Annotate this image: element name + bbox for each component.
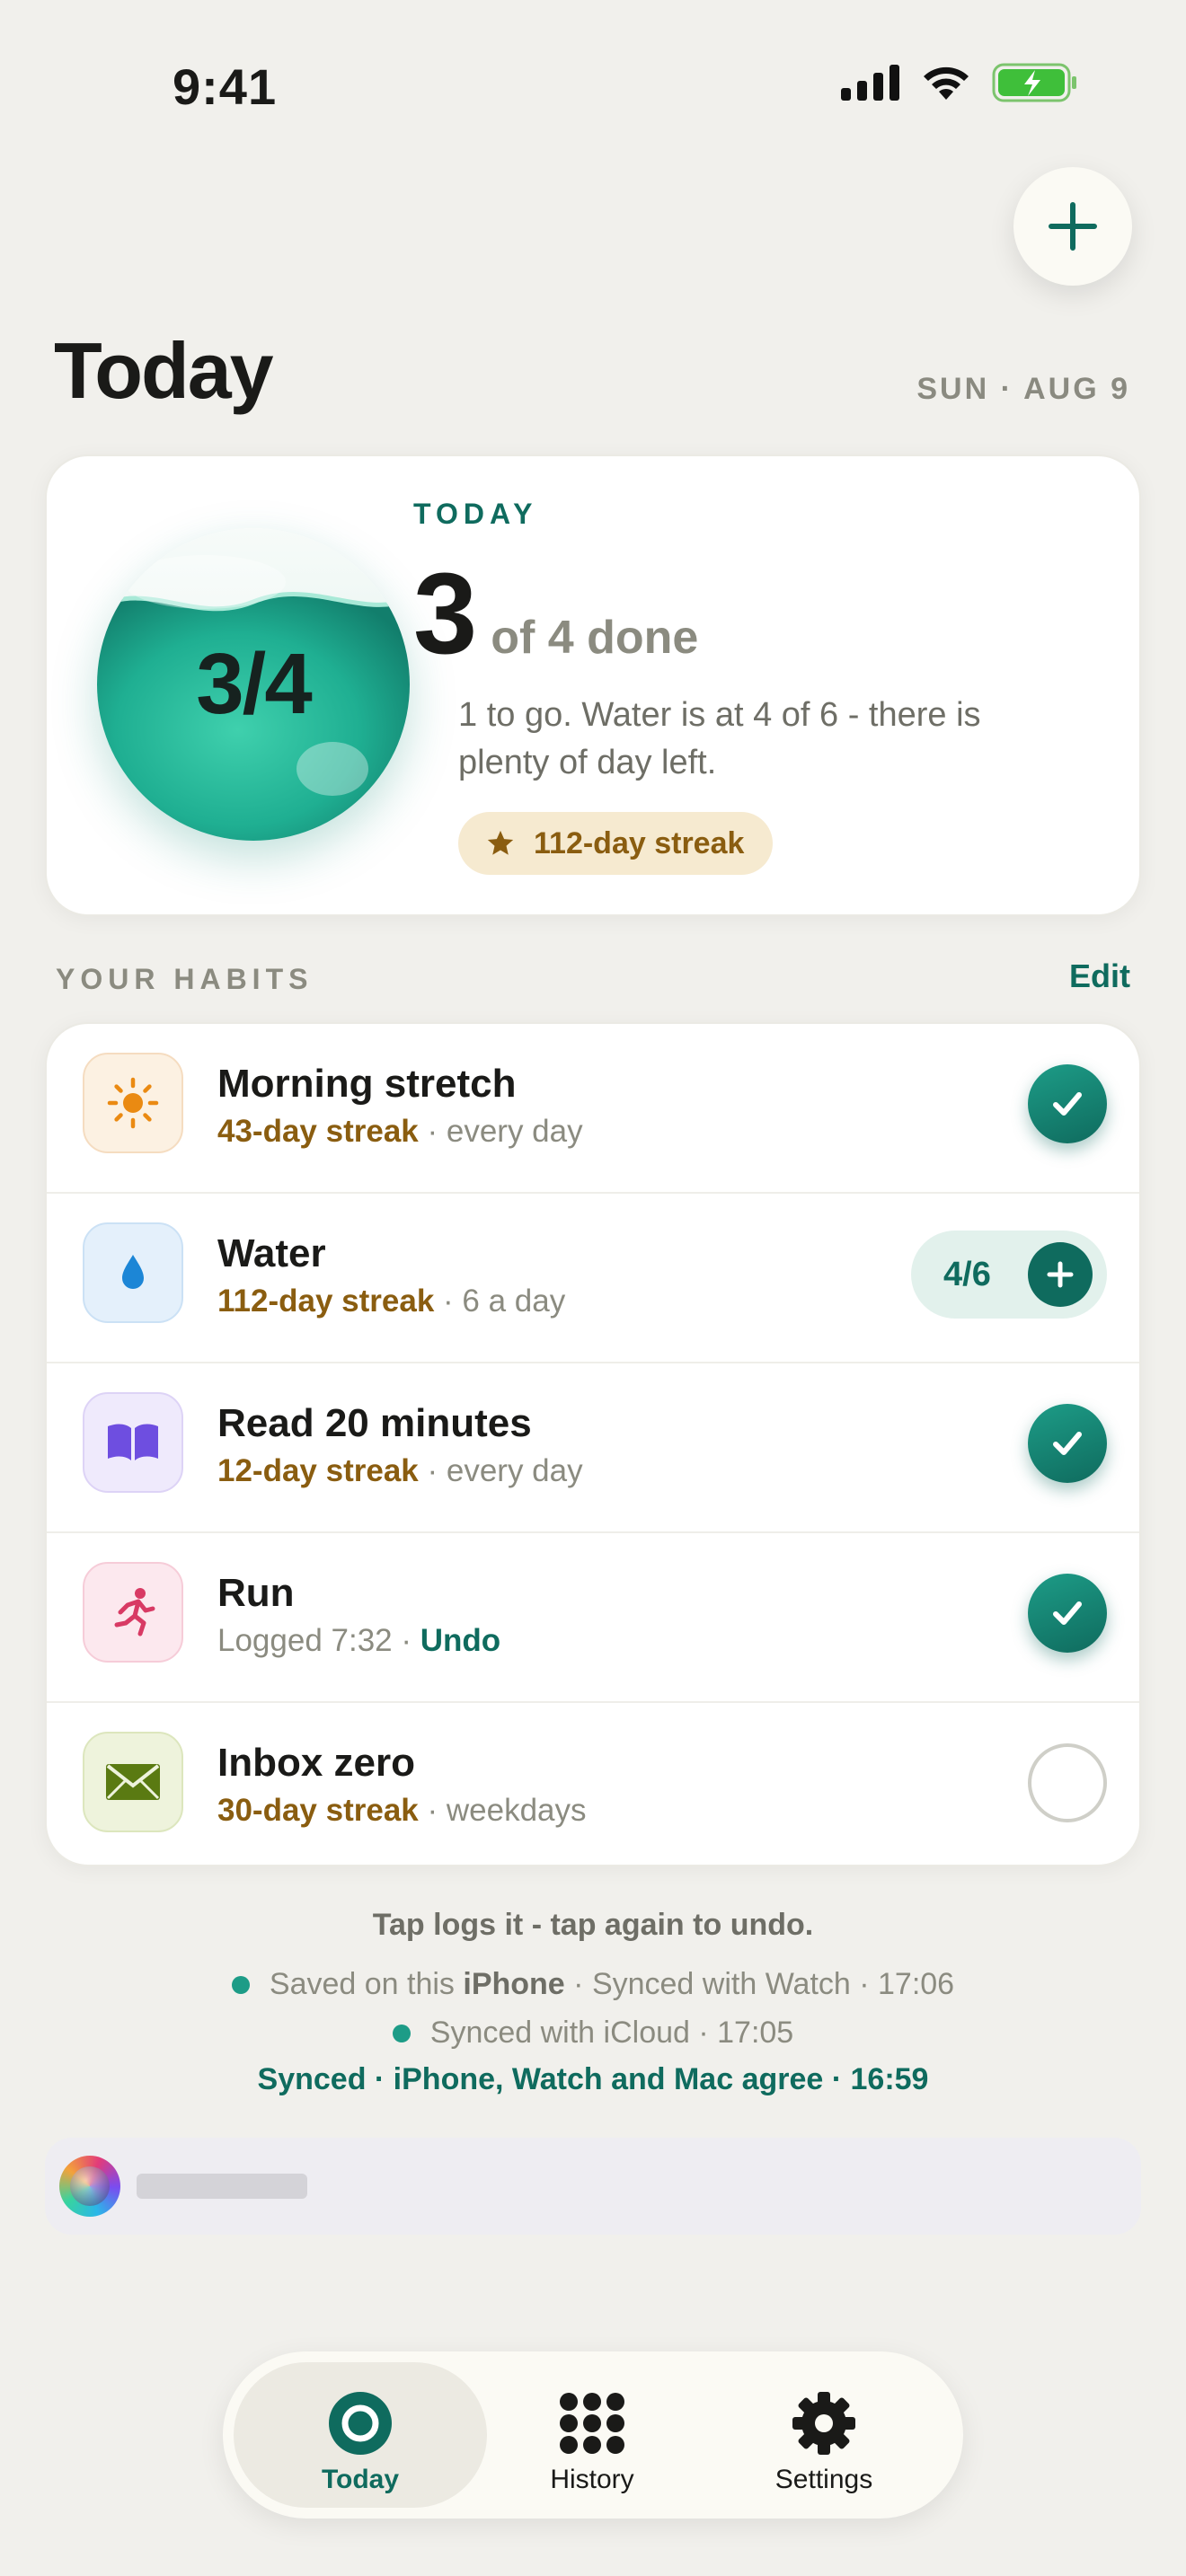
overall-streak-badge: 112-day streak (458, 812, 774, 875)
habit-done-toggle[interactable] (1028, 1574, 1107, 1653)
book-icon (108, 1424, 158, 1460)
checkmark-icon (1053, 1432, 1082, 1455)
habit-row-morning-stretch[interactable]: Morning stretch 43-day streak · every da… (47, 1024, 1139, 1194)
habit-meta: 30-day streak · weekdays (217, 1793, 587, 1829)
undo-run-button[interactable]: Undo (420, 1623, 500, 1658)
habit-row-read[interactable]: Read 20 minutes 12-day streak · every da… (47, 1363, 1139, 1533)
habit-meta: 12-day streak · every day (217, 1453, 583, 1489)
habit-schedule: · every day (418, 1114, 583, 1149)
siri-icon[interactable] (59, 2156, 120, 2217)
star-icon (487, 830, 514, 855)
habit-row-water[interactable]: Water 112-day streak · 6 a day 4/6 (47, 1194, 1139, 1363)
habit-name: Read 20 minutes (217, 1401, 532, 1445)
sync-status-icloud: Synced with iCloud · 17:05 (0, 2016, 1186, 2051)
habit-icon-tile (83, 1222, 183, 1323)
overall-streak-text: 112-day streak (534, 825, 745, 860)
habit-logged-time: Logged 7:32 · (217, 1623, 420, 1658)
plus-icon (1047, 1261, 1074, 1288)
sync-dot-icon (392, 2024, 411, 2042)
siri-bar[interactable] (45, 2138, 1141, 2235)
summary-kicker: TODAY (413, 498, 538, 530)
page-date: SUN · AUG 9 (916, 372, 1130, 406)
tab-label: Today (321, 2465, 400, 2494)
sun-icon (107, 1077, 159, 1129)
sync-summary: Synced · iPhone, Watch and Mac agree · 1… (257, 2062, 929, 2096)
sync-suffix: · Synced with Watch · 17:06 (573, 1967, 955, 2001)
habit-meta: 112-day streak · 6 a day (217, 1284, 565, 1319)
habit-name: Morning stretch (217, 1062, 517, 1106)
habits-section-label: YOUR HABITS (56, 963, 314, 995)
status-icons (841, 63, 1078, 102)
runner-icon (114, 1588, 155, 1636)
tab-label: History (550, 2465, 634, 2494)
tap-hint: Tap logs it - tap again to undo. (372, 1908, 814, 1942)
envelope-icon (106, 1764, 160, 1800)
checkmark-icon (1053, 1092, 1082, 1116)
grid-dots-icon (560, 2393, 624, 2454)
summary-count: 3 of 4 done (413, 548, 698, 680)
summary-note: 1 to go. Water is at 4 of 6 - there is p… (458, 696, 981, 781)
sync-prefix: Saved on this (269, 1967, 455, 2001)
gear-icon (792, 2392, 855, 2455)
orb-progress-label: 3/4 (196, 636, 312, 732)
water-counter-value: 4/6 (943, 1256, 991, 1293)
habit-schedule: · every day (418, 1453, 583, 1488)
battery-charging-icon (992, 63, 1076, 102)
sync-dot-icon (231, 1975, 250, 1994)
habit-streak: 43-day streak (217, 1114, 419, 1149)
water-counter: 4/6 (911, 1231, 1107, 1319)
ring-icon (329, 2392, 392, 2455)
siri-placeholder (137, 2174, 307, 2199)
habit-name: Inbox zero (217, 1741, 416, 1785)
wifi-icon (924, 66, 969, 100)
habit-schedule: · weekdays (418, 1793, 587, 1828)
done-suffix: of 4 done (491, 612, 699, 664)
sync-device: iPhone (463, 1967, 565, 2001)
checkmark-icon (1053, 1601, 1082, 1625)
sync-status-device: Saved on this iPhone · Synced with Watch… (0, 1967, 1186, 2002)
add-habit-button[interactable] (1013, 167, 1132, 286)
status-time: 9:41 (173, 58, 278, 115)
tab-history[interactable]: History (465, 2362, 719, 2508)
cellular-signal-icon (841, 65, 899, 101)
water-drop-icon (122, 1255, 144, 1289)
habit-streak: 112-day streak (217, 1284, 435, 1319)
habit-done-toggle[interactable] (1028, 1743, 1107, 1822)
habit-icon-tile (83, 1053, 183, 1153)
done-count: 3 (413, 550, 477, 678)
tab-label: Settings (774, 2465, 873, 2494)
tab-settings[interactable]: Settings (697, 2362, 951, 2508)
sync-icloud-text: Synced with iCloud · 17:05 (429, 2016, 794, 2050)
habit-icon-tile (83, 1562, 183, 1663)
edit-habits-button[interactable]: Edit (1069, 957, 1130, 995)
tab-today[interactable]: Today (234, 2362, 487, 2508)
habit-done-toggle[interactable] (1028, 1404, 1107, 1483)
habit-done-toggle[interactable] (1028, 1064, 1107, 1143)
habit-row-run[interactable]: Run Logged 7:32 · Undo (47, 1533, 1139, 1703)
plus-icon (1049, 202, 1097, 251)
habit-schedule: · 6 a day (434, 1284, 566, 1319)
habit-name: Water (217, 1231, 326, 1275)
habit-icon-tile (83, 1732, 183, 1832)
status-bar: 9:41 (0, 0, 1186, 171)
page-title: Today (54, 326, 274, 415)
habit-meta: Logged 7:32 · Undo (217, 1623, 500, 1659)
progress-orb: 3/4 (97, 528, 410, 841)
habit-list: Morning stretch 43-day streak · every da… (45, 1022, 1141, 1866)
tab-bar: Today History Settings (223, 2351, 963, 2519)
habit-meta: 43-day streak · every day (217, 1114, 583, 1150)
habit-name: Run (217, 1571, 295, 1615)
habit-row-inbox-zero[interactable]: Inbox zero 30-day streak · weekdays (47, 1703, 1139, 1865)
habit-streak: 30-day streak (217, 1793, 419, 1828)
habit-icon-tile (83, 1392, 183, 1493)
water-increment-button[interactable] (1028, 1242, 1093, 1307)
habit-streak: 12-day streak (217, 1453, 419, 1488)
